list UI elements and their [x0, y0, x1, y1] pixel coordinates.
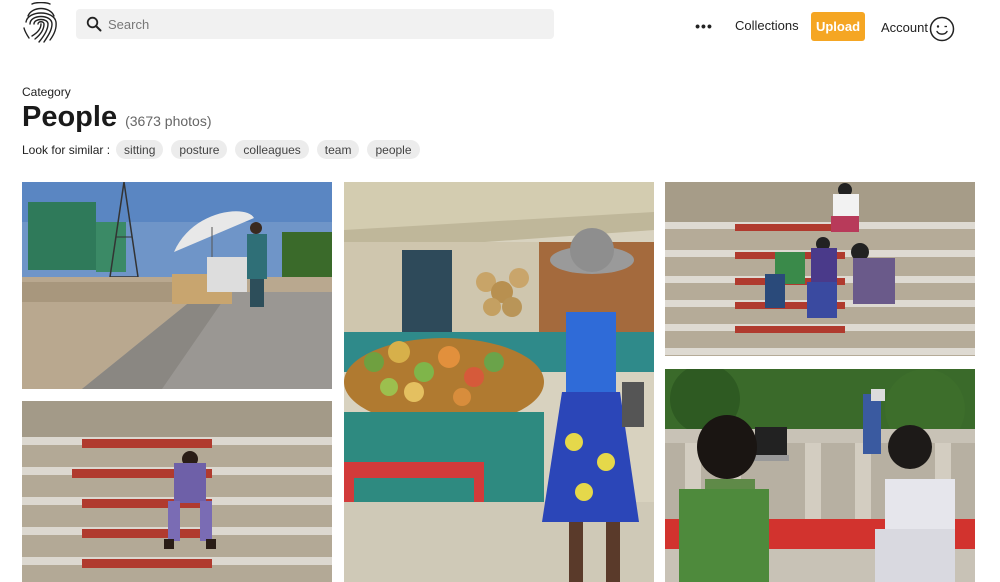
- search-icon: [86, 16, 102, 32]
- more-menu-button[interactable]: •••: [692, 16, 716, 36]
- photo-count: (3673 photos): [125, 113, 212, 129]
- photo-people-laptops-balcony: [665, 369, 975, 582]
- photo-tile[interactable]: [665, 369, 975, 582]
- search-input[interactable]: [108, 16, 528, 32]
- page-title: People: [22, 101, 118, 133]
- photo-street-vendor-umbrella: [22, 182, 332, 389]
- category-label: Category: [22, 85, 71, 99]
- tag-colleagues[interactable]: colleagues: [235, 140, 309, 159]
- tag-posture[interactable]: posture: [171, 140, 228, 159]
- site-logo[interactable]: [20, 1, 62, 46]
- account-avatar[interactable]: [929, 16, 955, 42]
- tag-people[interactable]: people: [367, 140, 420, 159]
- fingerprint-logo-icon: [23, 1, 57, 43]
- photo-tile[interactable]: [665, 182, 975, 356]
- photo-tile[interactable]: [22, 182, 332, 389]
- similar-tags-row: Look for similar : sitting posture colle…: [22, 140, 428, 159]
- similar-label: Look for similar :: [22, 142, 111, 157]
- photo-group-on-steps: [665, 182, 975, 356]
- top-navigation: ••• Collections Upload Account: [0, 0, 1000, 60]
- tag-team[interactable]: team: [316, 140, 360, 159]
- photo-man-sitting-steps: [22, 401, 332, 582]
- category-heading: People (3673 photos): [22, 101, 212, 134]
- smiley-avatar-icon: [929, 16, 955, 42]
- photo-woman-crafts-stall: [344, 182, 654, 582]
- photo-tile[interactable]: [22, 401, 332, 582]
- collections-link[interactable]: Collections: [735, 18, 799, 33]
- search-bar[interactable]: [76, 9, 554, 39]
- photo-tile[interactable]: [344, 182, 654, 582]
- upload-button[interactable]: Upload: [811, 12, 865, 41]
- account-link[interactable]: Account: [881, 20, 928, 35]
- tag-sitting[interactable]: sitting: [116, 140, 164, 159]
